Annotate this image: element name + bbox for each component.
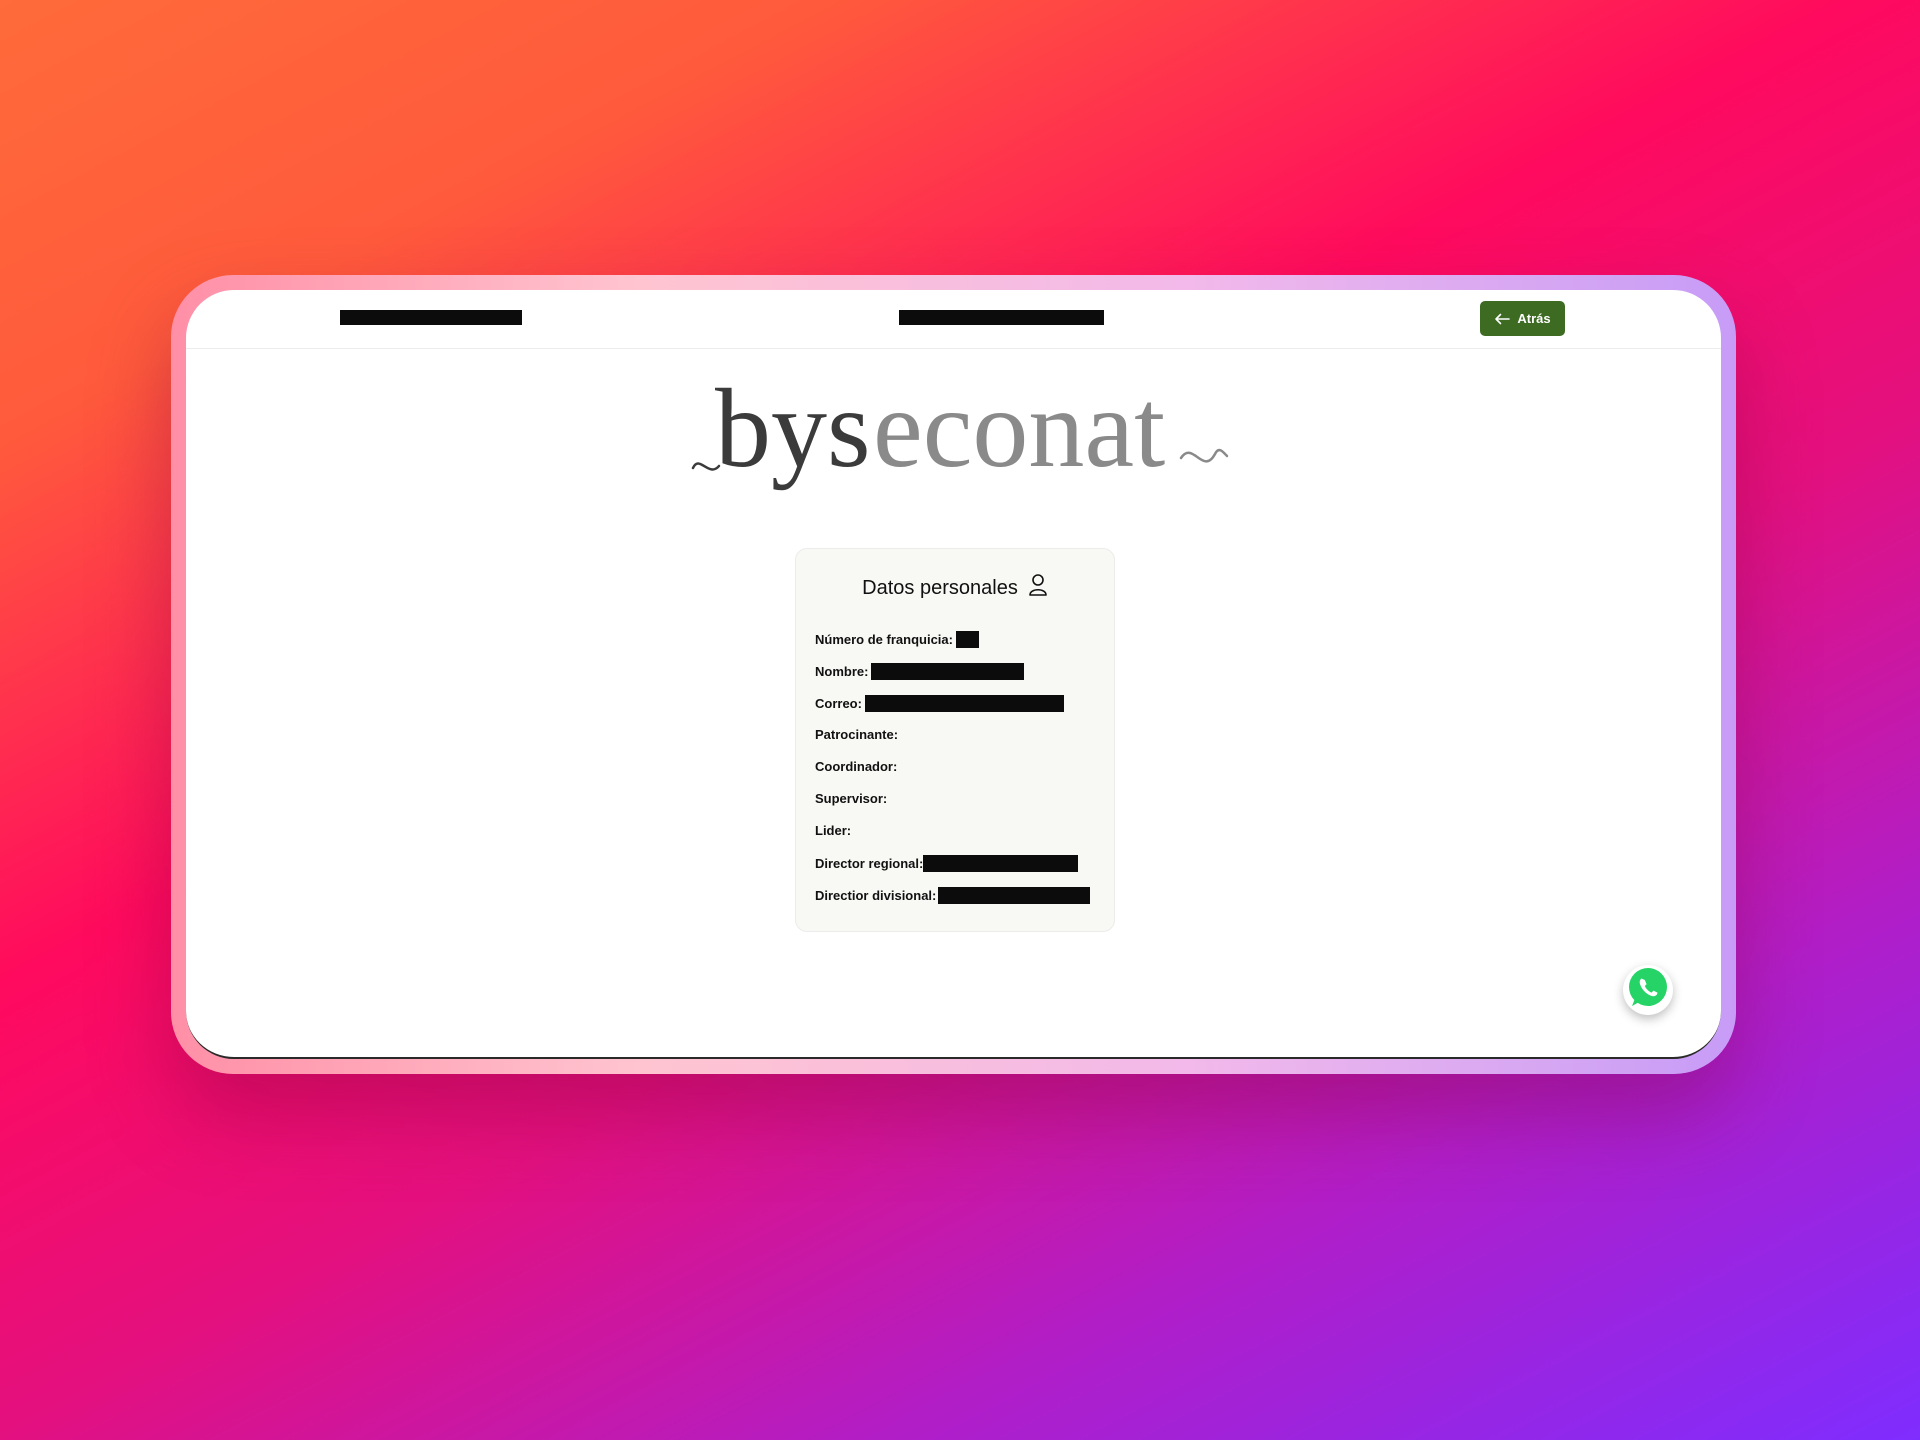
redacted-value: [938, 887, 1091, 904]
personal-data-card: Datos personales Número de franquicia: N…: [795, 548, 1115, 932]
field-label: Correo:: [815, 696, 862, 711]
user-icon: [1028, 573, 1048, 603]
field-patrocinante: Patrocinante:: [815, 727, 898, 742]
brand-logo: bys econat: [691, 367, 1231, 492]
device-frame: Atrás bys econat Datos personales Número…: [171, 275, 1736, 1074]
field-label: Director regional:: [815, 856, 924, 871]
field-coordinador: Coordinador:: [815, 759, 897, 774]
app-screen: Atrás bys econat Datos personales Número…: [186, 290, 1721, 1059]
top-bar: Atrás: [186, 290, 1721, 349]
whatsapp-icon: [1626, 966, 1670, 1015]
logo-text-bys: bys: [715, 382, 871, 491]
card-title-text: Datos personales: [862, 576, 1018, 599]
whatsapp-button[interactable]: [1623, 965, 1673, 1015]
field-label: Nombre:: [815, 664, 869, 679]
field-supervisor: Supervisor:: [815, 791, 887, 806]
field-director-divisional: Directior divisional:: [815, 887, 1091, 904]
redacted-nav-center: [899, 310, 1104, 325]
redacted-nav-left: [340, 310, 522, 325]
arrow-left-icon: [1494, 313, 1511, 325]
redacted-value: [864, 695, 1064, 712]
logo-text-econat: econat: [873, 382, 1165, 491]
field-label: Lider:: [815, 823, 852, 838]
field-label: Coordinador:: [815, 759, 898, 774]
redacted-value: [923, 855, 1079, 872]
field-director-regional: Director regional:: [815, 855, 1079, 872]
redacted-value: [871, 663, 1025, 680]
field-nombre: Nombre:: [815, 663, 1025, 680]
field-label: Directior divisional:: [815, 888, 937, 903]
card-title: Datos personales: [796, 573, 1114, 603]
field-label: Patrocinante:: [815, 727, 899, 742]
back-button[interactable]: Atrás: [1480, 301, 1565, 336]
field-label: Número de franquicia:: [815, 632, 953, 647]
field-correo: Correo:: [815, 695, 1064, 712]
field-franquicia: Número de franquicia:: [815, 631, 979, 648]
redacted-value: [955, 631, 979, 648]
field-label: Supervisor:: [815, 791, 888, 806]
field-lider: Lider:: [815, 823, 851, 838]
back-button-label: Atrás: [1517, 311, 1551, 326]
